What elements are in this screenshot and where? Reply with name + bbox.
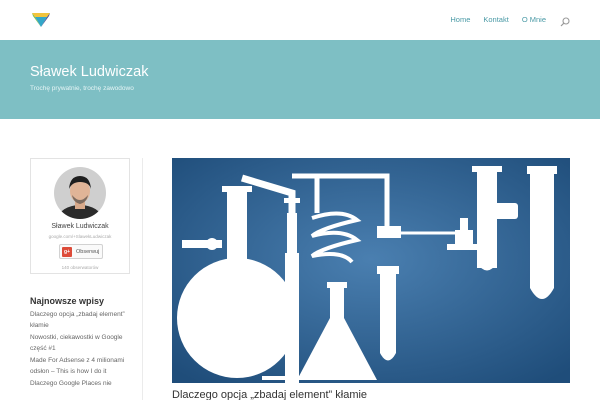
follow-button-label: Obserwuj bbox=[76, 248, 100, 255]
recent-post-link[interactable]: Dlaczego Google Places nie bbox=[30, 379, 126, 390]
search-icon[interactable] bbox=[560, 14, 570, 27]
recent-post-link[interactable]: Made For Adsense z 4 milionami odsłon – … bbox=[30, 356, 126, 377]
post-title[interactable]: Dlaczego opcja „zbadaj element” kłamie bbox=[172, 389, 367, 400]
top-navigation-bar: Home Kontakt O Mnie bbox=[0, 0, 600, 40]
nav-item-o-mnie[interactable]: O Mnie bbox=[522, 15, 546, 24]
recent-post-link[interactable]: Nowostki, ciekawostki w Google część #1 bbox=[30, 333, 126, 354]
google-plus-icon: g+ bbox=[62, 246, 72, 257]
recent-post-link[interactable]: Dlaczego opcja „zbadaj element” kłamie bbox=[30, 310, 126, 331]
profile-name[interactable]: Sławek Ludwiczak bbox=[31, 223, 129, 230]
sidebar-divider bbox=[142, 158, 143, 400]
nav-item-home[interactable]: Home bbox=[450, 15, 470, 24]
follow-button[interactable]: g+ Obserwuj bbox=[59, 244, 103, 259]
nav-item-kontakt[interactable]: Kontakt bbox=[483, 15, 508, 24]
sidebar: Sławek Ludwiczak google.com/+SlawekLudwi… bbox=[30, 158, 142, 392]
site-tagline: Trochę prywatnie, trochę zawodowo bbox=[30, 85, 134, 92]
chemistry-lab-illustration bbox=[172, 158, 570, 383]
avatar[interactable] bbox=[54, 167, 106, 219]
site-title[interactable]: Sławek Ludwiczak bbox=[30, 64, 148, 80]
google-plus-profile-card: Sławek Ludwiczak google.com/+SlawekLudwi… bbox=[30, 158, 130, 274]
followers-count: 140 obserwatorów bbox=[61, 265, 99, 270]
recent-posts-heading: Najnowsze wpisy bbox=[30, 296, 105, 306]
profile-url[interactable]: google.com/+SlawekLudwiczak bbox=[31, 234, 129, 239]
featured-image[interactable] bbox=[172, 158, 570, 383]
site-header-banner: Sławek Ludwiczak Trochę prywatnie, troch… bbox=[0, 40, 600, 119]
recent-posts-list: Dlaczego opcja „zbadaj element” kłamie N… bbox=[30, 310, 142, 390]
diamond-logo-icon[interactable] bbox=[30, 12, 52, 28]
main-navigation: Home Kontakt O Mnie bbox=[437, 14, 570, 27]
